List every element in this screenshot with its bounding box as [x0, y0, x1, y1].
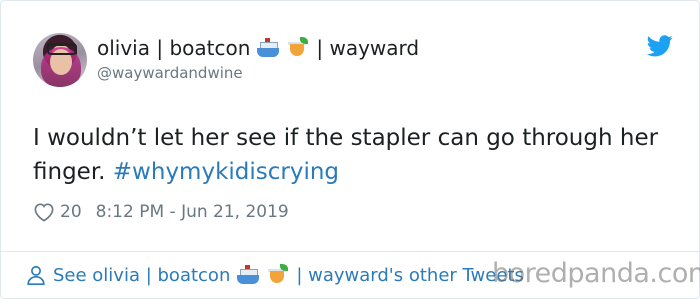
tweet-header: olivia | boatcon | wayward @waywardandwi…: [33, 33, 673, 89]
tweet-meta: 20 8:12 PM - Jun 21, 2019: [33, 200, 289, 224]
hashtag-link[interactable]: #whymykidiscrying: [113, 159, 339, 185]
like-count[interactable]: 20: [60, 202, 82, 222]
person-icon: [27, 265, 45, 285]
tweet-timestamp[interactable]: 8:12 PM - Jun 21, 2019: [96, 202, 289, 222]
watermark: boredpanda.com: [492, 258, 700, 289]
avatar[interactable]: [33, 33, 87, 87]
author-block: olivia | boatcon | wayward @waywardandwi…: [97, 35, 419, 83]
display-name-part-2: | wayward: [316, 36, 420, 60]
author-display-name[interactable]: olivia | boatcon | wayward: [97, 35, 419, 61]
display-name-part-1: olivia | boatcon: [97, 36, 251, 60]
tweet-text: I wouldn’t let her see if the stapler ca…: [33, 121, 663, 189]
tropical-drink-emoji-icon: [286, 37, 310, 59]
footer-link-part-2: | wayward's other Tweets: [296, 264, 524, 286]
ship-emoji-icon: [236, 264, 260, 286]
twitter-bird-icon[interactable]: [647, 35, 673, 57]
tropical-drink-emoji-icon: [266, 264, 290, 286]
footer-link-part-1: See olivia | boatcon: [53, 264, 231, 286]
tweet-card: olivia | boatcon | wayward @waywardandwi…: [0, 0, 700, 299]
divider: [1, 251, 699, 252]
author-handle[interactable]: @waywardandwine: [97, 63, 419, 83]
ship-emoji-icon: [256, 37, 280, 59]
see-other-tweets-link[interactable]: See olivia | boatcon | wayward's other T…: [25, 262, 524, 288]
heart-icon[interactable]: [33, 202, 55, 222]
